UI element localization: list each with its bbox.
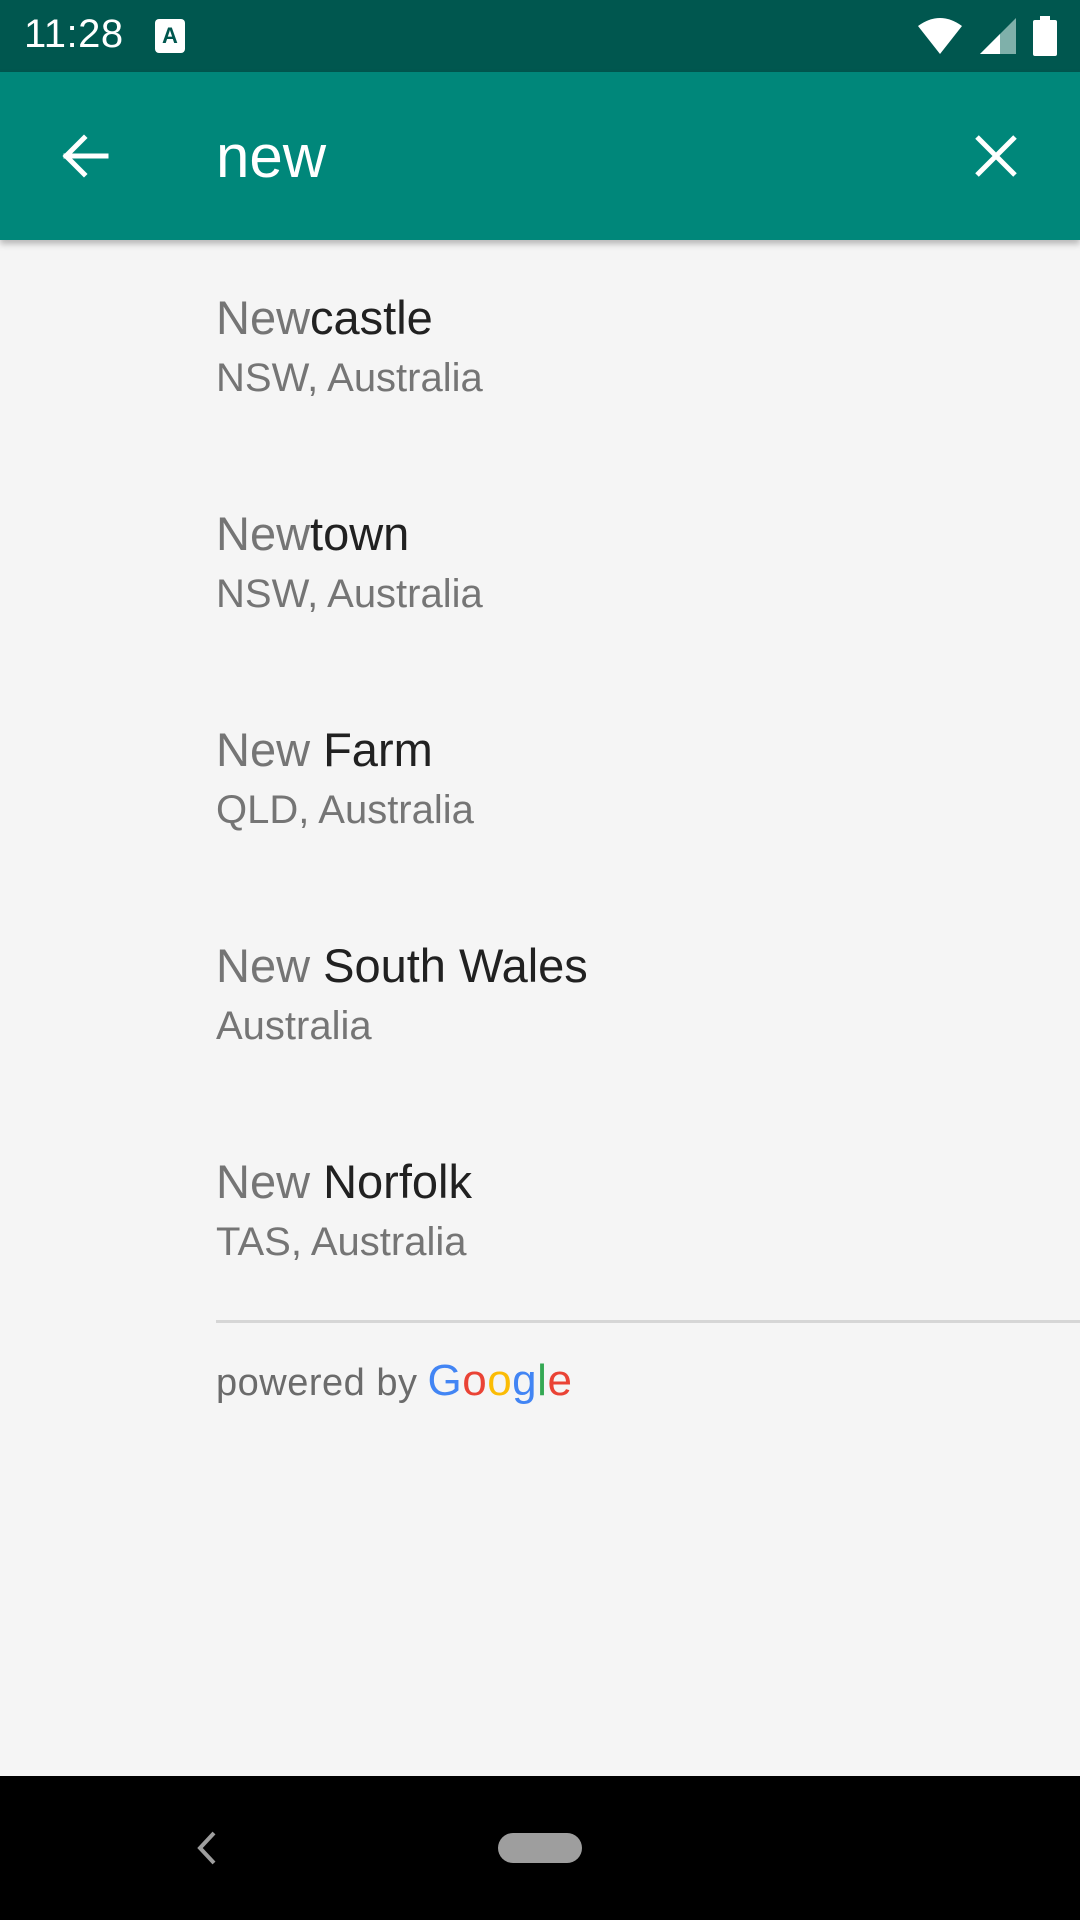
result-title: Newcastle: [216, 290, 433, 345]
result-title: New South Wales: [216, 938, 588, 993]
google-letter: l: [537, 1356, 548, 1405]
result-match: New: [216, 291, 311, 344]
powered-by-google: powered by Google: [216, 1356, 572, 1406]
search-input[interactable]: [216, 112, 916, 200]
battery-icon: [1033, 16, 1057, 56]
clear-button[interactable]: [956, 116, 1036, 196]
google-letter: o: [487, 1356, 513, 1405]
close-icon: [975, 135, 1017, 177]
google-letter: G: [427, 1356, 463, 1405]
result-rest: South Wales: [310, 939, 588, 992]
google-logo: Google: [427, 1356, 572, 1406]
result-rest: Norfolk: [310, 1155, 472, 1208]
result-match: New: [216, 939, 311, 992]
powered-by-text: powered by: [216, 1362, 418, 1404]
nav-back-button[interactable]: [186, 1816, 226, 1880]
status-time: 11:28: [24, 12, 124, 56]
a-text-notification-icon: A: [155, 19, 185, 53]
home-pill-icon[interactable]: [498, 1833, 582, 1863]
result-title: Newtown: [216, 506, 409, 561]
result-rest: town: [310, 507, 410, 560]
google-letter: g: [512, 1356, 538, 1405]
nav-back-icon: [197, 1831, 216, 1865]
result-title: New Norfolk: [216, 1154, 472, 1209]
result-match: New: [216, 1155, 311, 1208]
result-rest: Farm: [310, 723, 433, 776]
result-subtitle: Australia: [216, 1004, 372, 1048]
cell-signal-icon: [980, 18, 1016, 54]
result-item[interactable]: New Farm QLD, Australia: [0, 672, 1080, 888]
result-item[interactable]: New Norfolk TAS, Australia: [0, 1104, 1080, 1320]
result-item[interactable]: Newcastle NSW, Australia: [0, 240, 1080, 456]
system-nav-bar: [0, 1776, 1080, 1920]
result-subtitle: NSW, Australia: [216, 356, 483, 400]
result-match: New: [216, 507, 311, 560]
arrow-back-icon: [62, 134, 109, 178]
result-match: New: [216, 723, 311, 776]
result-title: New Farm: [216, 722, 433, 777]
wifi-icon: [918, 18, 962, 54]
google-letter: o: [462, 1356, 488, 1405]
result-rest: castle: [310, 291, 433, 344]
search-app-bar: [0, 72, 1080, 240]
status-icons: [916, 14, 1058, 58]
google-letter: e: [547, 1356, 573, 1405]
status-bar: 11:28 A: [0, 0, 1080, 72]
result-subtitle: TAS, Australia: [216, 1220, 467, 1264]
back-button[interactable]: [44, 116, 124, 196]
results-divider: [216, 1320, 1080, 1323]
result-item[interactable]: Newtown NSW, Australia: [0, 456, 1080, 672]
result-subtitle: QLD, Australia: [216, 788, 474, 832]
result-subtitle: NSW, Australia: [216, 572, 483, 616]
result-item[interactable]: New South Wales Australia: [0, 888, 1080, 1104]
